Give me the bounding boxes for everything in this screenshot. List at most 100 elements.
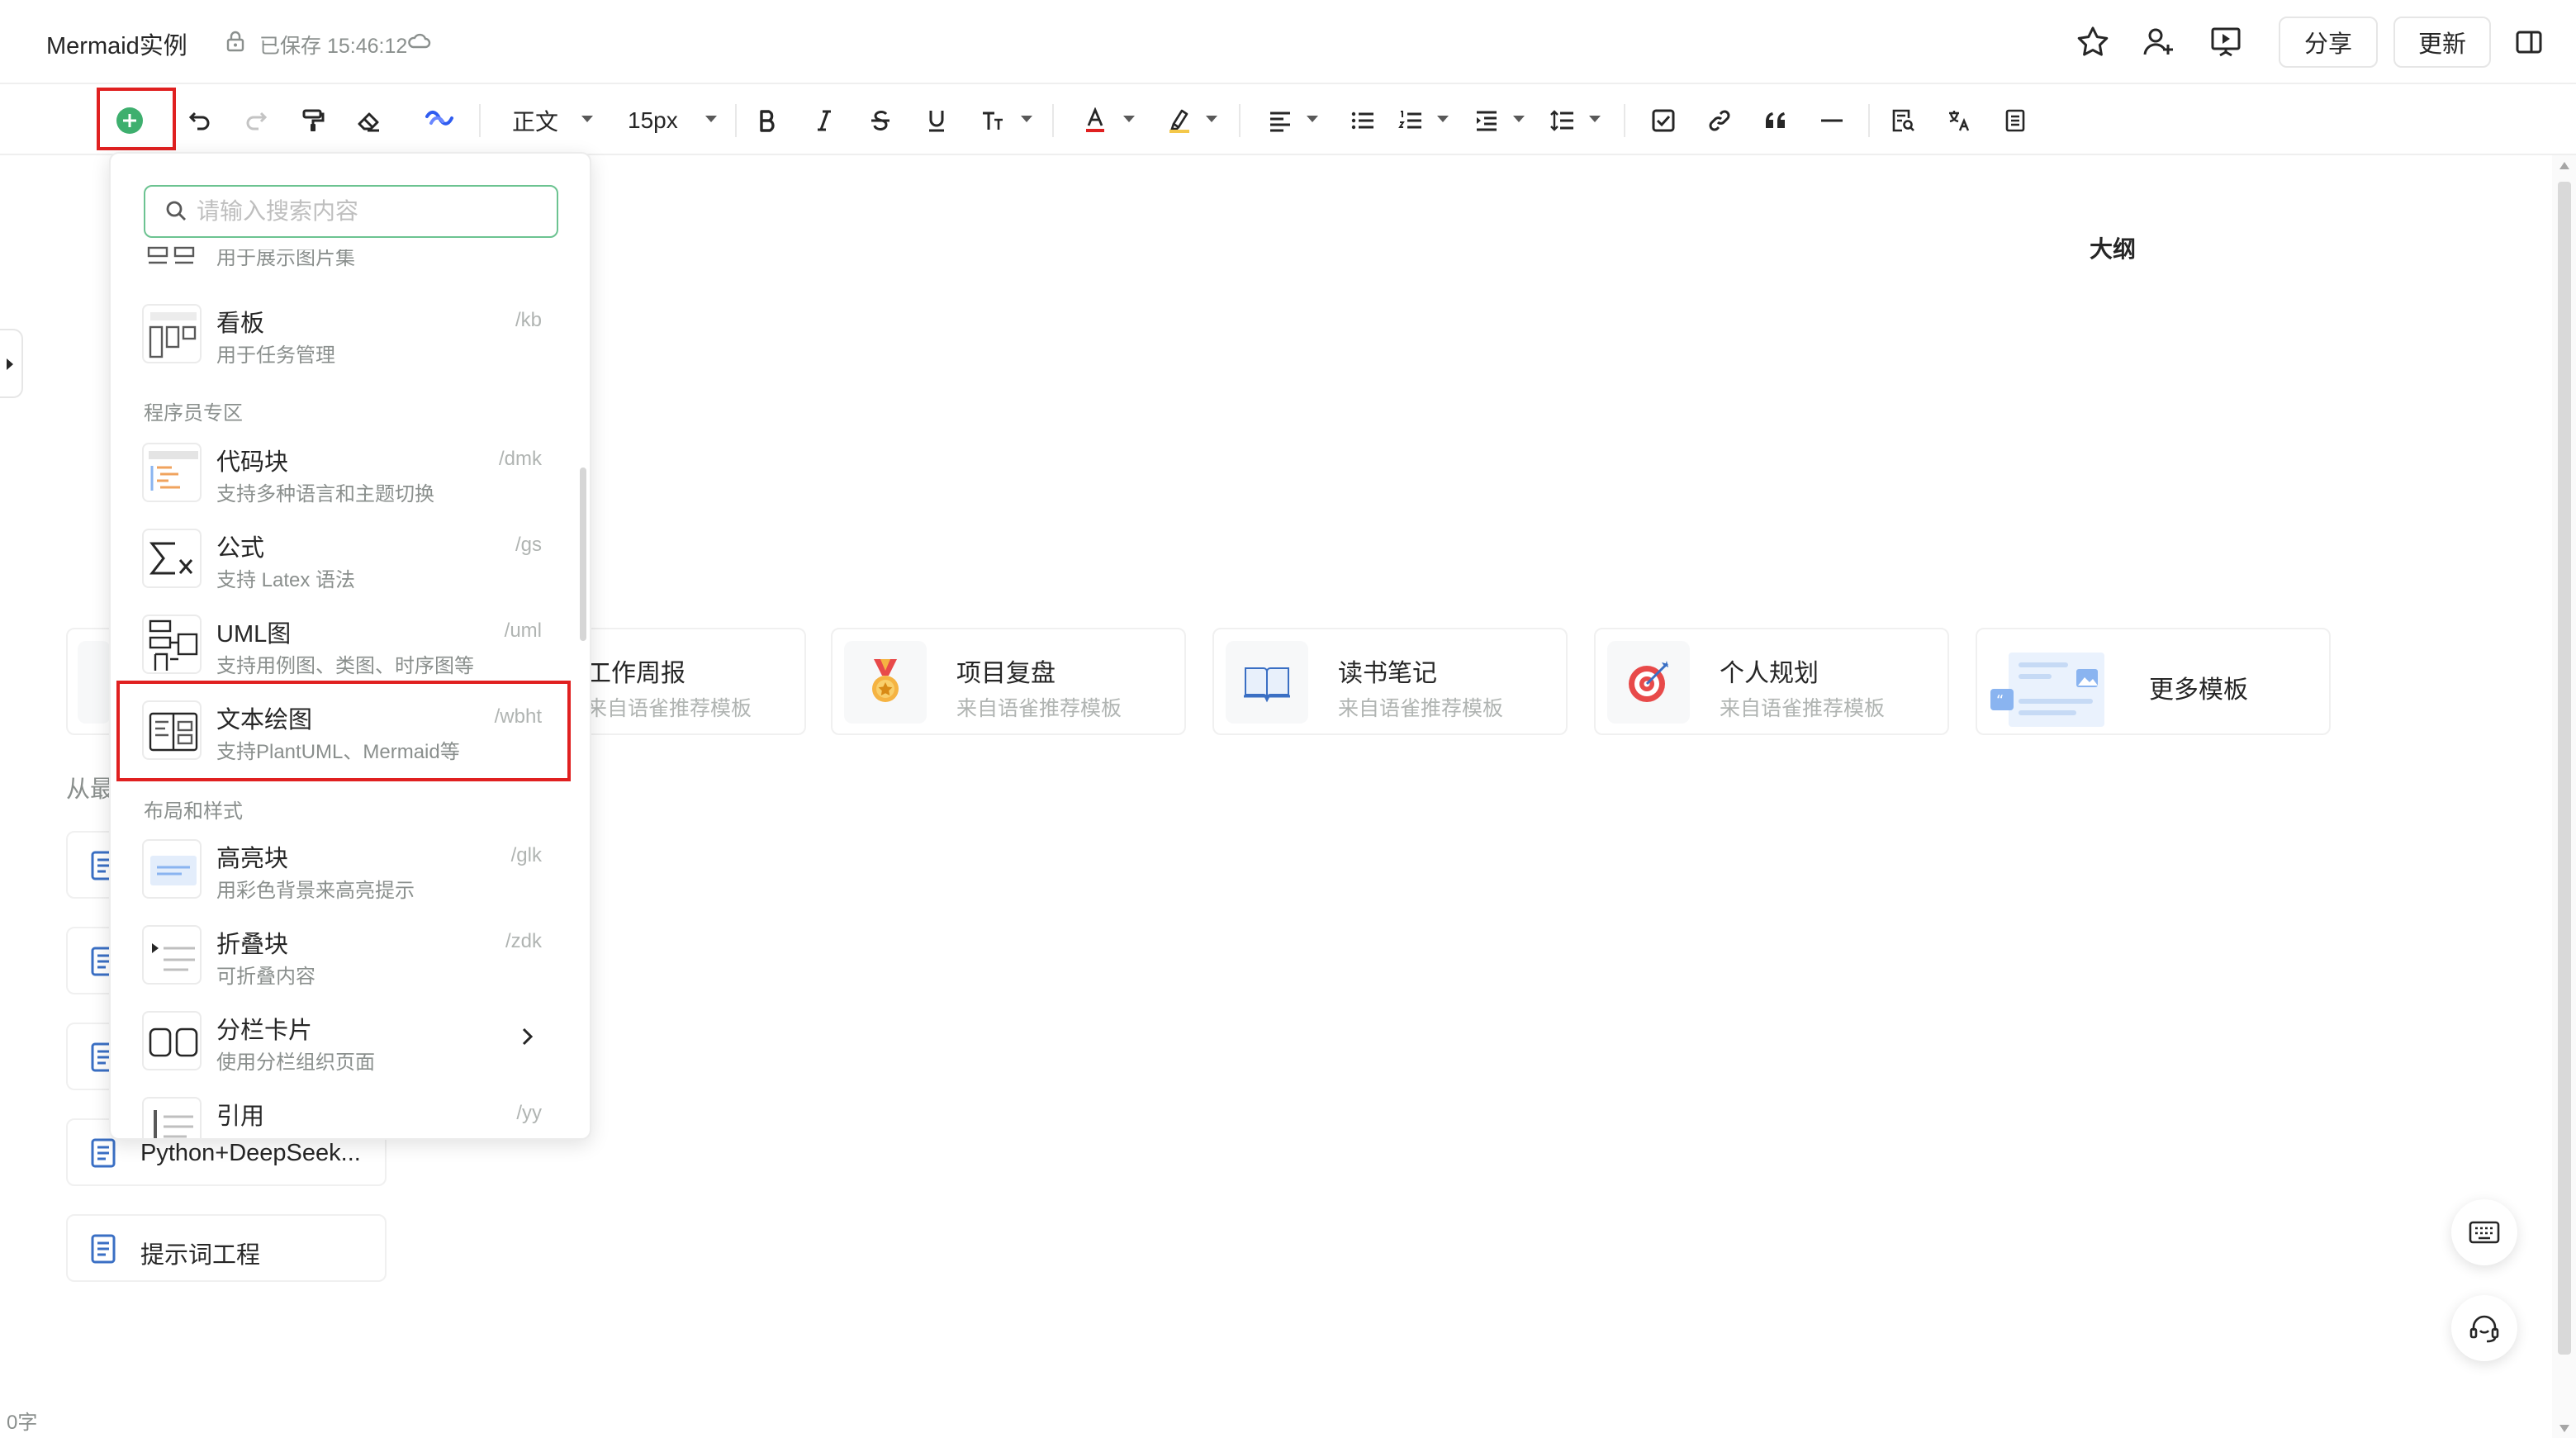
menu-item-quote[interactable]: 引用 /yy (111, 1089, 590, 1138)
menu-search-box[interactable] (144, 185, 558, 238)
doc-title[interactable]: Mermaid实例 (46, 26, 187, 61)
menu-item-desc: 用于任务管理 (216, 344, 335, 367)
sidebar-toggle[interactable] (0, 329, 23, 398)
menu-item-code-block[interactable]: 代码块 支持多种语言和主题切换 /dmk (111, 434, 590, 520)
template-icon (78, 641, 111, 724)
menu-item-kanban[interactable]: 看板 用于任务管理 /kb (111, 296, 590, 382)
text-style-button[interactable] (976, 99, 1009, 142)
recent-doc-item[interactable]: 提示词工程 (66, 1214, 387, 1282)
format-painter-button[interactable] (296, 99, 330, 142)
template-card-project-review[interactable]: 项目复盘 来自语雀推荐模板 (831, 628, 1186, 735)
headset-icon (2469, 1312, 2500, 1344)
ai-assistant-icon (425, 108, 454, 133)
partial-item-desc: 用于展示图片集 (216, 249, 355, 268)
menu-item-collapse-block[interactable]: 折叠块 可折叠内容 /zdk (111, 917, 590, 1003)
update-button[interactable]: 更新 (2393, 17, 2491, 68)
toolbar-divider (735, 104, 737, 137)
divider-button[interactable] (1815, 99, 1848, 142)
medal-icon (844, 641, 927, 724)
sigma-icon (142, 529, 202, 588)
toolbar-divider (479, 104, 481, 137)
menu-item-desc: 支持用例图、类图、时序图等 (216, 655, 474, 677)
code-block-icon (142, 443, 202, 502)
menu-item-highlight-block[interactable]: 高亮块 用彩色背景来高亮提示 /glk (111, 831, 590, 917)
scroll-up-icon[interactable] (2559, 160, 2570, 170)
template-card-reading-notes[interactable]: 读书笔记 来自语雀推荐模板 (1212, 628, 1568, 735)
insert-menu: 用于展示图片集 看板 用于任务管理 /kb 程序员专区 代码块 支持多种语言和主… (109, 152, 591, 1140)
redo-button[interactable] (238, 99, 273, 142)
svg-text:“: “ (1996, 692, 2004, 710)
template-card-personal-plan[interactable]: 个人规划 来自语雀推荐模板 (1594, 628, 1949, 735)
document-icon (91, 1234, 116, 1264)
quote-block-icon (142, 1097, 202, 1138)
chevron-down-icon (1123, 116, 1135, 122)
text-size-icon (980, 108, 1005, 133)
uml-diagram-icon (142, 615, 202, 674)
link-button[interactable] (1703, 99, 1736, 142)
save-status: 已保存 15:46:12 (259, 35, 408, 58)
menu-item-name: 代码块 (216, 449, 289, 476)
highlight-block-icon (142, 839, 202, 899)
bulleted-list-icon (1350, 109, 1375, 132)
keyboard-shortcuts-button[interactable] (2451, 1199, 2517, 1265)
gallery-icon (142, 246, 202, 269)
chevron-down-icon (1307, 116, 1318, 122)
line-spacing-button[interactable] (1546, 99, 1579, 142)
menu-item-column-cards[interactable]: 分栏卡片 使用分栏组织页面 (111, 1003, 590, 1089)
find-replace-button[interactable] (1886, 99, 1919, 142)
highlight-color-button[interactable] (1163, 99, 1196, 142)
translate-icon (1947, 108, 1971, 133)
share-button[interactable]: 分享 (2279, 17, 2378, 68)
more-templates-card[interactable]: “ 更多模板 (1976, 628, 2331, 735)
underline-button[interactable] (920, 99, 953, 142)
ai-assistant-button[interactable] (421, 99, 458, 142)
chevron-down-icon (1513, 116, 1525, 122)
collapse-block-icon (142, 925, 202, 985)
template-name: 项目复盘 (956, 660, 1056, 687)
paragraph-style-select[interactable]: 正文 (504, 99, 567, 142)
bold-button[interactable] (752, 99, 785, 142)
menu-item-desc: 支持多种语言和主题切换 (216, 483, 434, 505)
numbered-list-button[interactable] (1394, 99, 1427, 142)
strikethrough-icon (869, 108, 892, 133)
bold-icon (757, 108, 780, 133)
eraser-icon (356, 107, 382, 134)
checkbox-icon (1651, 108, 1676, 133)
add-collaborator-icon[interactable] (2142, 25, 2176, 59)
menu-item-name: 折叠块 (216, 932, 289, 958)
clear-format-button[interactable] (352, 99, 387, 142)
template-button[interactable] (1999, 99, 2032, 142)
caret-right-icon (5, 357, 15, 372)
menu-item-desc: 使用分栏组织页面 (216, 1051, 375, 1074)
chevron-down-icon (1206, 116, 1217, 122)
menu-item-uml[interactable]: UML图 支持用例图、类图、时序图等 /uml (111, 606, 590, 692)
quote-icon (1763, 110, 1788, 131)
font-size-select[interactable]: 15px (628, 99, 697, 142)
word-count: 0字 (7, 1412, 38, 1434)
undo-button[interactable] (183, 99, 218, 142)
indent-button[interactable] (1470, 99, 1503, 142)
menu-search-input[interactable] (197, 193, 543, 230)
menu-item-desc: 用彩色背景来高亮提示 (216, 880, 415, 902)
italic-button[interactable] (808, 99, 841, 142)
task-list-button[interactable] (1647, 99, 1680, 142)
strikethrough-button[interactable] (864, 99, 897, 142)
scroll-down-icon[interactable] (2559, 1424, 2570, 1434)
font-color-button[interactable] (1079, 99, 1112, 142)
page-scrollbar-thumb[interactable] (2558, 182, 2571, 1355)
side-panel-icon[interactable] (2515, 28, 2543, 56)
menu-item-formula[interactable]: 公式 支持 Latex 语法 /gs (111, 520, 590, 606)
recent-doc-name: Python+DeepSeek... (140, 1140, 361, 1166)
presentation-icon[interactable] (2208, 25, 2243, 59)
star-icon[interactable] (2076, 25, 2110, 59)
keyboard-icon (2469, 1221, 2500, 1244)
menu-item-name: 引用 (216, 1103, 265, 1130)
cloud-icon (406, 30, 431, 51)
bulleted-list-button[interactable] (1346, 99, 1379, 142)
outline-title: 大纲 (2090, 236, 2137, 262)
translate-button[interactable] (1943, 99, 1976, 142)
quote-button[interactable] (1759, 99, 1792, 142)
help-support-button[interactable] (2451, 1295, 2517, 1361)
align-button[interactable] (1264, 99, 1297, 142)
menu-scrollbar[interactable] (580, 467, 586, 641)
